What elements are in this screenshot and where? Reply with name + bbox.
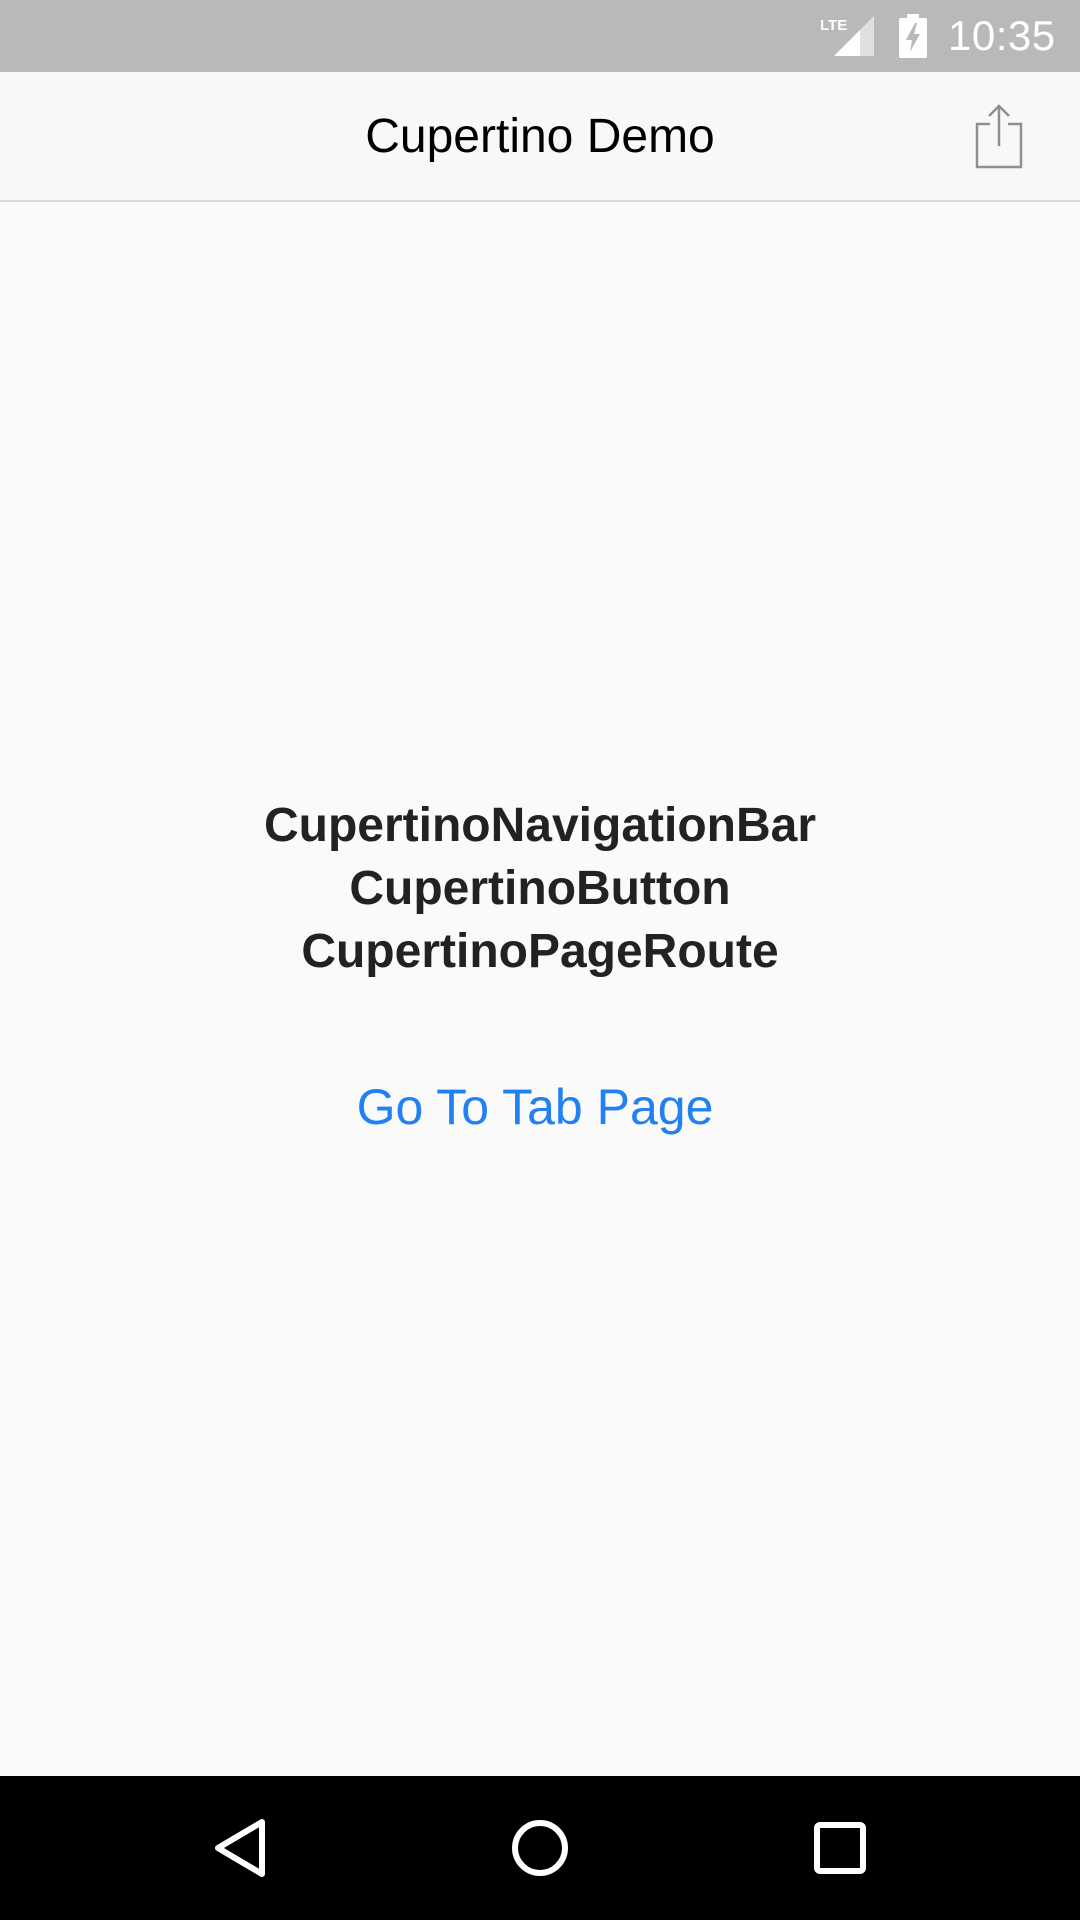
screen: LTE 10:35 Cupertino Demo CupertinoNaviga… [0,0,1080,1920]
navigation-bar: Cupertino Demo [0,72,1080,202]
page-title: Cupertino Demo [365,110,715,163]
share-button[interactable] [964,102,1034,172]
system-navigation-bar [0,1776,1080,1920]
go-to-tab-page-button[interactable]: Go To Tab Page [340,1072,730,1142]
widget-line: CupertinoPageRoute [301,925,779,978]
widget-list-text: CupertinoNavigationBar CupertinoButton C… [0,794,1080,983]
recents-icon[interactable] [804,1812,876,1884]
home-icon[interactable] [504,1812,576,1884]
back-icon[interactable] [204,1812,276,1884]
widget-line: CupertinoNavigationBar [263,799,817,852]
network-label: LTE [820,17,847,34]
main-content: CupertinoNavigationBar CupertinoButton C… [0,202,1080,1776]
lte-signal-icon: LTE [820,16,874,56]
battery-charging-icon [899,14,927,58]
share-icon [975,104,1023,169]
widget-line: CupertinoButton [349,862,731,915]
status-time: 10:35 [948,12,1056,59]
status-bar: LTE 10:35 [0,0,1080,72]
